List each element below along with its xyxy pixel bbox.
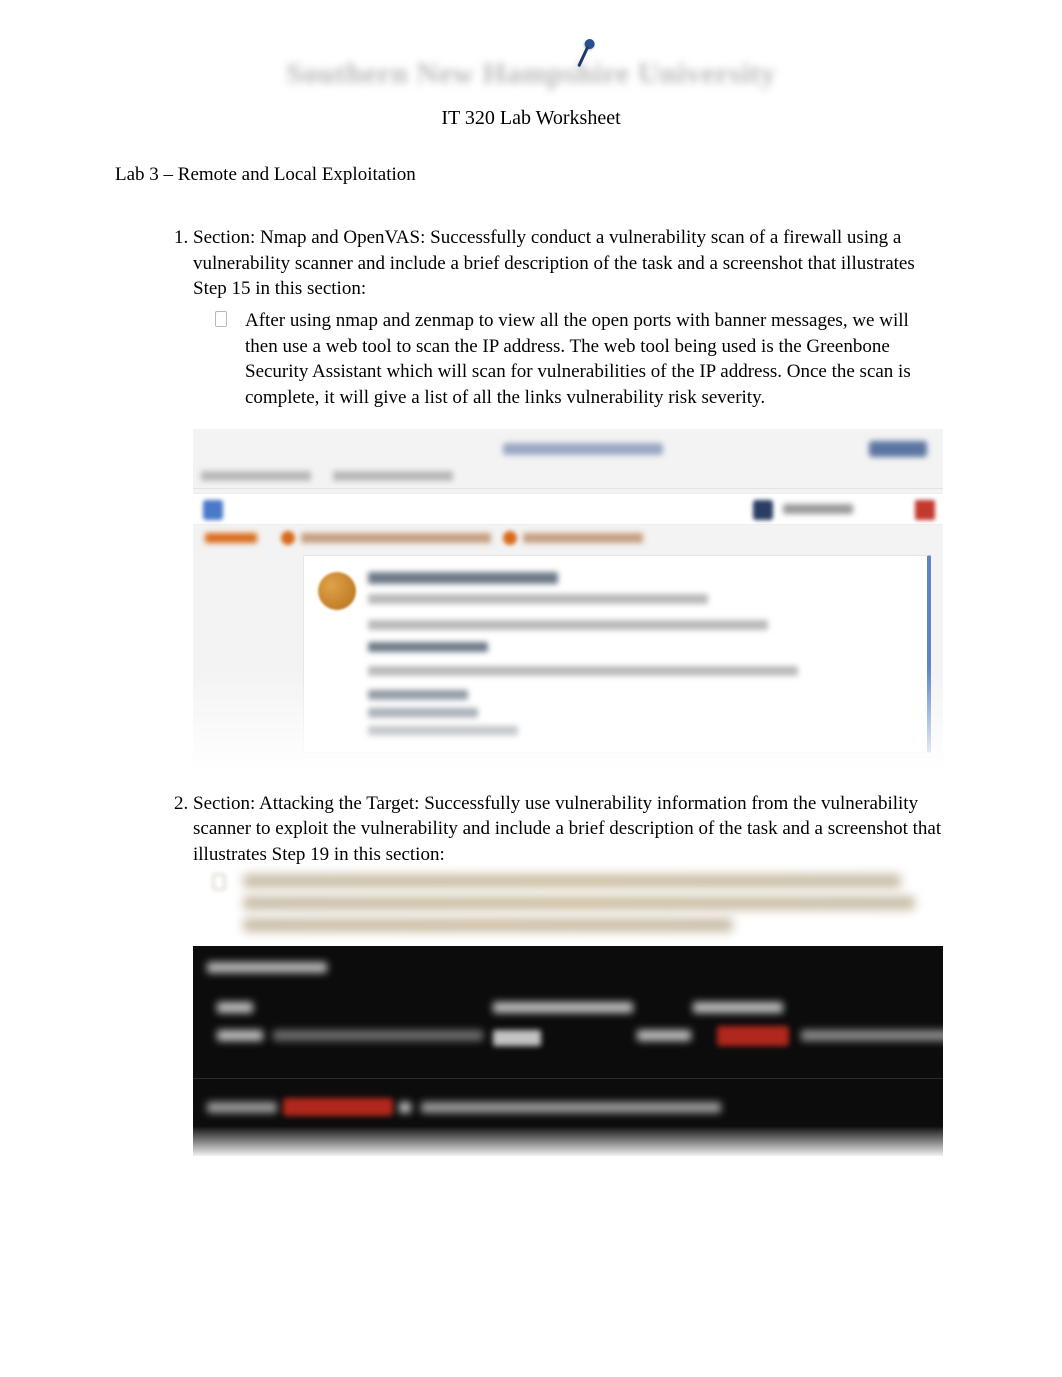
question-2-prompt: Section: Attacking the Target: Successfu… [193, 791, 943, 868]
blurred-button [869, 441, 927, 457]
document-page: Southern New Hampshire University IT 320… [0, 0, 1062, 1228]
screenshot-2-terminal [193, 946, 943, 1156]
question-1-answer-list: After using nmap and zenmap to view all … [193, 308, 943, 411]
question-1: Section: Nmap and OpenVAS: Successfully … [193, 225, 947, 768]
blurred-severity-icon [318, 572, 356, 610]
logo-text: Southern New Hampshire University [286, 54, 776, 95]
lab-title: Lab 3 – Remote and Local Exploitation [115, 162, 947, 188]
question-1-prompt: Section: Nmap and OpenVAS: Successfully … [193, 225, 943, 302]
blurred-close-icon [915, 500, 935, 520]
blurred-title [503, 443, 663, 455]
question-2: Section: Attacking the Target: Successfu… [193, 791, 947, 1156]
logo-box: Southern New Hampshire University [278, 50, 784, 99]
question-1-answer: After using nmap and zenmap to view all … [243, 308, 943, 411]
question-2-answer-blurred [243, 874, 943, 932]
blurred-severity-badge [717, 1026, 789, 1046]
question-list: Section: Nmap and OpenVAS: Successfully … [115, 225, 947, 1155]
logo-area: Southern New Hampshire University [115, 50, 947, 99]
blurred-icon [203, 500, 223, 520]
blurred-prompt-badge [283, 1098, 393, 1116]
blurred-icon [753, 500, 773, 520]
screenshot-1-greenbone [193, 429, 943, 769]
document-subtitle: IT 320 Lab Worksheet [115, 105, 947, 132]
